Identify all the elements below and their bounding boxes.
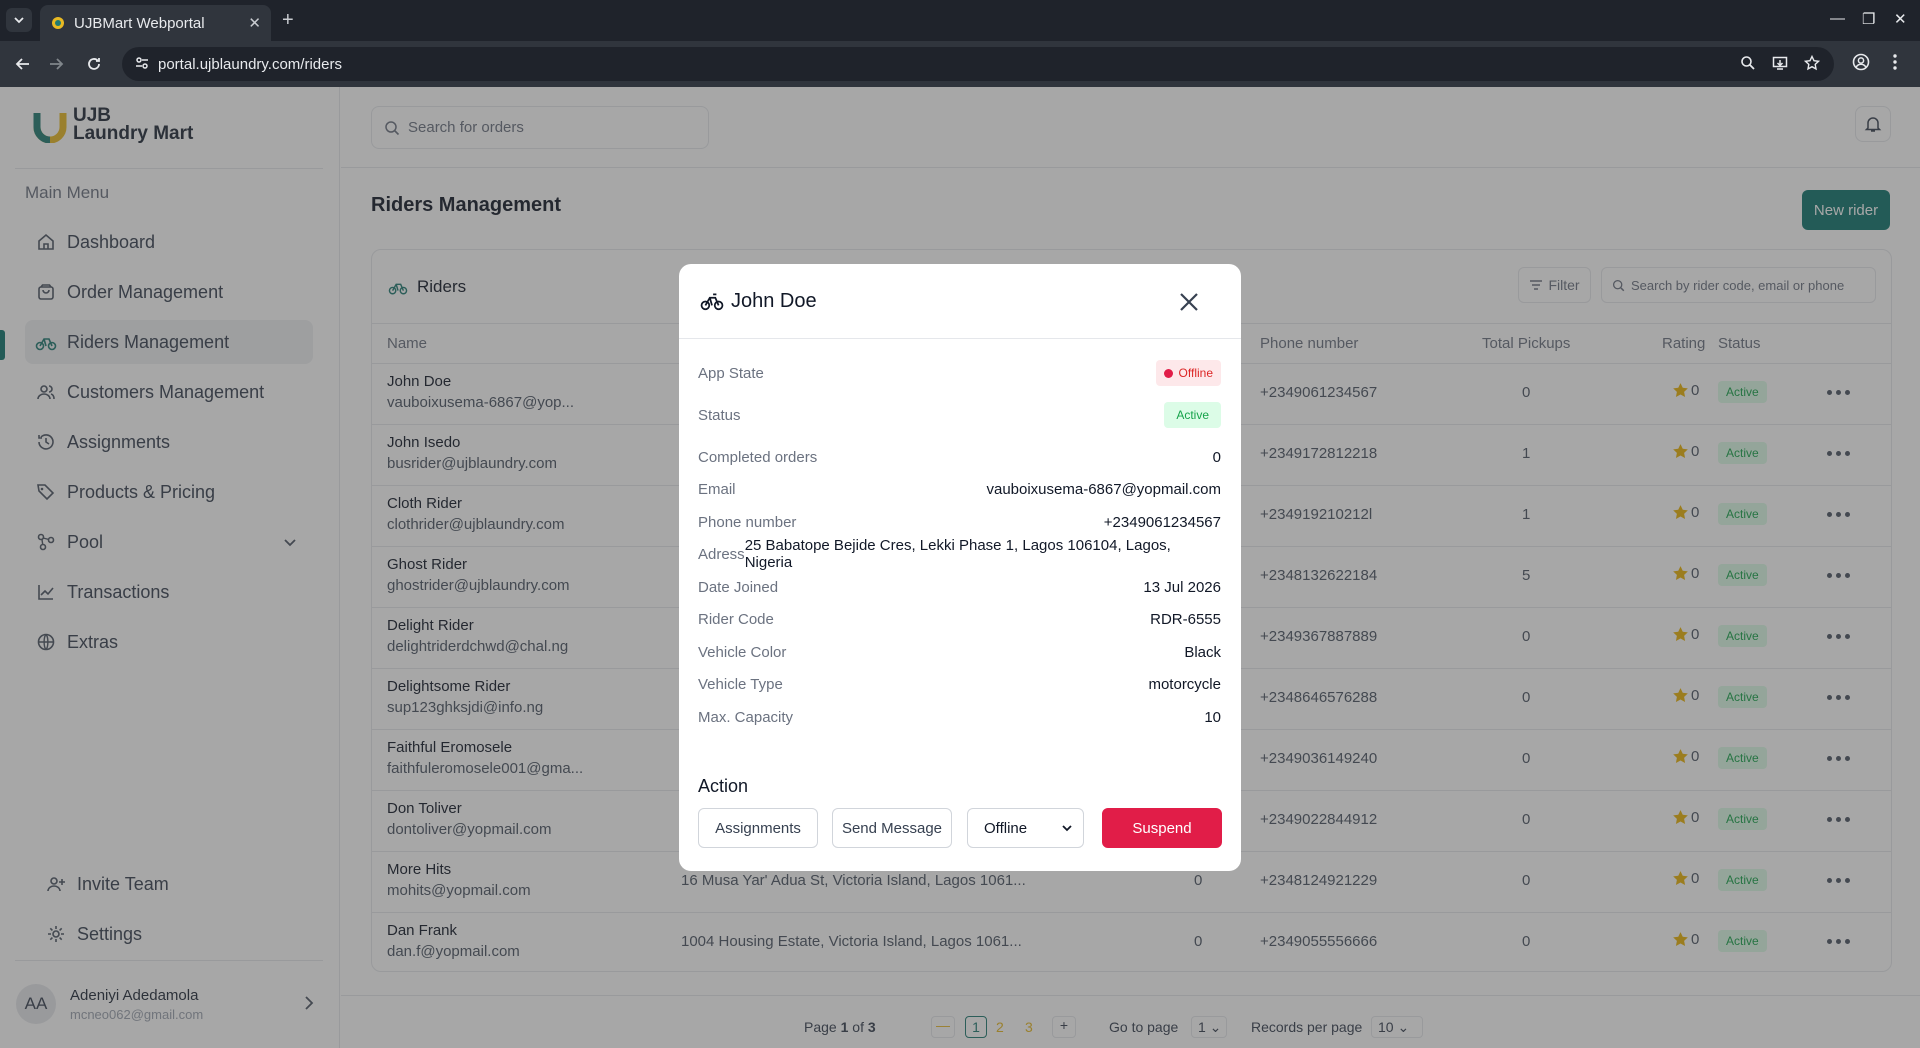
field-label: Vehicle Color xyxy=(698,643,787,661)
field-max-capacity: Max. Capacity 10 xyxy=(698,702,1221,732)
kebab-menu-icon[interactable] xyxy=(1892,53,1898,71)
field-value: 0 xyxy=(1212,448,1221,466)
browser-tab[interactable]: UJBMart Webportal ✕ xyxy=(40,5,271,41)
field-value: motorcycle xyxy=(1148,675,1221,693)
app-state-select[interactable]: Offline xyxy=(967,808,1084,848)
field-label: Email xyxy=(698,480,736,498)
rider-detail-modal: John Doe App State Offline Status Active… xyxy=(679,264,1241,871)
new-tab-button[interactable]: + xyxy=(282,9,294,32)
profile-icon[interactable] xyxy=(1852,53,1870,71)
field-value: +2349061234567 xyxy=(1103,513,1221,531)
modal-title: John Doe xyxy=(731,289,817,312)
field-vehicle-type: Vehicle Type motorcycle xyxy=(698,669,1221,699)
close-window-button[interactable]: ✕ xyxy=(1894,10,1907,28)
field-value: Black xyxy=(1184,643,1221,661)
field-value: 10 xyxy=(1204,708,1221,726)
field-label: Max. Capacity xyxy=(698,708,794,726)
browser-tab-bar: UJBMart Webportal ✕ + — ❐ ✕ xyxy=(0,0,1920,41)
close-icon[interactable] xyxy=(1177,290,1201,314)
site-favicon xyxy=(52,17,64,29)
tab-title: UJBMart Webportal xyxy=(74,14,205,32)
offline-badge: Offline xyxy=(1155,360,1221,386)
select-value: Offline xyxy=(984,819,1028,837)
zoom-icon[interactable] xyxy=(1740,55,1756,71)
field-value: 13 Jul 2026 xyxy=(1143,578,1221,596)
star-bookmark-icon[interactable] xyxy=(1804,55,1820,71)
install-app-icon[interactable] xyxy=(1772,55,1788,71)
chevron-down-icon xyxy=(14,17,24,24)
assignments-button[interactable]: Assignments xyxy=(698,808,818,848)
forward-button[interactable] xyxy=(45,53,67,75)
field-label: Vehicle Type xyxy=(698,675,783,693)
field-email: Email vauboixusema-6867@yopmail.com xyxy=(698,474,1221,504)
minimize-window-button[interactable]: — xyxy=(1830,10,1845,27)
field-value: vauboixusema-6867@yopmail.com xyxy=(986,480,1221,498)
site-info-icon[interactable] xyxy=(134,55,150,71)
status-dot xyxy=(1163,368,1173,378)
tab-search-button[interactable] xyxy=(6,8,32,32)
field-completed-orders: Completed orders 0 xyxy=(698,442,1221,472)
chevron-down-icon xyxy=(1062,825,1072,832)
field-label: Phone number xyxy=(698,513,797,531)
suspend-button[interactable]: Suspend xyxy=(1102,808,1222,848)
active-badge: Active xyxy=(1164,402,1221,428)
field-label: App State xyxy=(698,364,764,382)
field-rider-code: Rider Code RDR-6555 xyxy=(698,604,1221,634)
modal-header: John Doe xyxy=(679,264,1241,339)
field-date-joined: Date Joined 13 Jul 2026 xyxy=(698,572,1221,602)
field-app-state: App State Offline xyxy=(698,358,1221,388)
browser-toolbar: portal.ujblaundry.com/riders xyxy=(0,41,1920,87)
back-button[interactable] xyxy=(12,53,34,75)
field-label: Completed orders xyxy=(698,448,818,466)
bike-icon xyxy=(700,293,724,311)
field-label: Date Joined xyxy=(698,578,779,596)
send-message-button[interactable]: Send Message xyxy=(832,808,952,848)
field-label: Adress xyxy=(698,545,745,563)
field-status: Status Active xyxy=(698,400,1221,430)
address-bar[interactable]: portal.ujblaundry.com/riders xyxy=(122,47,1834,81)
reload-icon xyxy=(88,58,100,70)
close-tab-icon[interactable]: ✕ xyxy=(248,14,261,32)
field-value: RDR-6555 xyxy=(1150,610,1221,628)
field-label: Rider Code xyxy=(698,610,774,628)
arrow-left-icon xyxy=(15,58,29,70)
field-value: 25 Babatope Bejide Cres, Lekki Phase 1, … xyxy=(744,537,1171,571)
arrow-right-icon xyxy=(50,58,64,70)
url-text: portal.ujblaundry.com/riders xyxy=(158,55,342,73)
field-vehicle-color: Vehicle Color Black xyxy=(698,637,1221,667)
reload-button[interactable] xyxy=(83,53,105,75)
badge-text: Offline xyxy=(1178,366,1213,380)
field-label: Status xyxy=(698,406,741,424)
field-address: Adress 25 Babatope Bejide Cres, Lekki Ph… xyxy=(698,537,1221,571)
maximize-window-button[interactable]: ❐ xyxy=(1862,10,1875,28)
field-phone: Phone number +2349061234567 xyxy=(698,507,1221,537)
action-heading: Action xyxy=(698,776,749,796)
